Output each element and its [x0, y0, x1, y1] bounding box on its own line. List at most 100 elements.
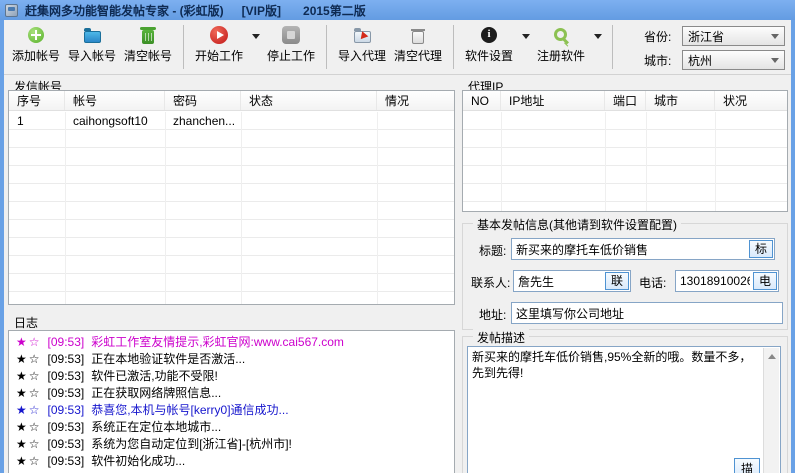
city-select[interactable]: 杭州	[682, 50, 785, 70]
scroll-up-icon[interactable]	[764, 348, 779, 364]
contact-label: 联系人:	[471, 276, 511, 290]
description-group-label: 发帖描述	[473, 329, 530, 346]
clear-proxy-button[interactable]: 清空代理	[390, 25, 446, 64]
clear-accounts-button[interactable]: 清空帐号	[120, 25, 176, 64]
import-accounts-button[interactable]: 导入帐号	[64, 25, 120, 64]
clear-accounts-icon	[140, 26, 156, 44]
window-title: 赶集网多功能智能发帖专家 - (彩虹版)	[25, 3, 224, 18]
clear-proxy-icon	[411, 28, 425, 44]
phone-helper-button[interactable]: 电	[753, 272, 777, 290]
province-value: 浙江省	[688, 29, 725, 44]
log-text: 彩虹工作室友情提示,彩虹官网:www.cai567.com	[91, 335, 344, 349]
account-row[interactable]: 1 caihongsoft10 zhanchen...	[9, 112, 454, 130]
log-time: [09:53]	[47, 369, 85, 383]
log-stars: ★☆	[16, 420, 42, 434]
log-time: [09:53]	[47, 403, 85, 417]
phone-input[interactable]	[677, 272, 753, 290]
log-entry: ★☆ [09:53] 系统为您自动定位到[浙江省]-[杭州市]!	[16, 436, 454, 453]
col-header-ip[interactable]: IP地址	[501, 91, 605, 110]
edition-label: 2015第二版	[303, 3, 366, 18]
toolbar: 添加帐号 导入帐号 清空帐号 开始工作 停止工作 导入代理 清空代理 i 软件设…	[4, 20, 791, 75]
log-text: 系统为您自动定位到[浙江省]-[杭州市]!	[91, 437, 292, 451]
register-software-button[interactable]: 注册软件	[533, 25, 589, 64]
register-software-label: 注册软件	[536, 49, 585, 63]
col-header-city[interactable]: 城市	[646, 91, 715, 110]
col-header-status[interactable]: 状态	[241, 91, 377, 110]
log-list[interactable]: ★☆ [09:53] 彩虹工作室友情提示,彩虹官网:www.cai567.com ★…	[8, 330, 455, 473]
import-accounts-icon	[83, 28, 101, 43]
settings-icon	[481, 27, 497, 43]
post-info-group: 基本发帖信息(其他请到软件设置配置) 标题: 标 联系人: 联 电话: 电 地址…	[462, 216, 788, 330]
address-label: 地址:	[479, 308, 507, 322]
log-stars: ★☆	[16, 454, 42, 468]
log-text: 软件已激活,功能不受限!	[91, 369, 218, 383]
log-entry: ★☆ [09:53] 系统正在定位本地城市...	[16, 419, 454, 436]
contact-helper-button[interactable]: 联	[605, 272, 629, 290]
address-input[interactable]	[511, 302, 783, 324]
col-header-account[interactable]: 帐号	[65, 91, 165, 110]
proxy-table-body	[463, 112, 787, 211]
post-description-box: 新买来的摩托车低价销售,95%全新的哦。数量不多，先到先得! 描	[467, 346, 781, 473]
clear-proxy-label: 清空代理	[393, 49, 442, 63]
settings-dropdown-arrow[interactable]	[522, 34, 530, 39]
contact-input[interactable]	[515, 272, 605, 290]
titlebar: 赶集网多功能智能发帖专家 - (彩虹版) [VIP版] 2015第二版	[0, 0, 795, 20]
import-proxy-button[interactable]: 导入代理	[334, 25, 390, 64]
import-accounts-label: 导入帐号	[67, 49, 116, 63]
stop-work-label: 停止工作	[266, 49, 315, 63]
contact-field: 联	[513, 270, 631, 292]
location-controls: 省份: 浙江省 城市: 杭州	[644, 25, 785, 70]
post-description-textarea[interactable]: 新买来的摩托车低价销售,95%全新的哦。数量不多，先到先得!	[468, 347, 763, 473]
proxy-table[interactable]: NO IP地址 端口 城市 状况	[462, 90, 788, 212]
log-text: 系统正在定位本地城市...	[91, 420, 222, 434]
description-helper-button[interactable]: 描	[734, 458, 760, 473]
col-header-no[interactable]: NO	[463, 91, 501, 110]
add-account-button[interactable]: 添加帐号	[8, 25, 64, 64]
scroll-down-icon[interactable]	[764, 469, 779, 473]
log-entry: ★☆ [09:53] 彩虹工作室友情提示,彩虹官网:www.cai567.com	[16, 334, 454, 351]
accounts-table-body: 1 caihongsoft10 zhanchen...	[9, 112, 454, 304]
toolbar-separator	[453, 25, 454, 69]
log-text: 正在获取网络牌照信息...	[91, 386, 222, 400]
toolbar-separator	[612, 25, 613, 69]
window-body: 添加帐号 导入帐号 清空帐号 开始工作 停止工作 导入代理 清空代理 i 软件设…	[4, 20, 791, 473]
software-settings-button[interactable]: 软件设置	[461, 25, 517, 64]
col-header-state[interactable]: 状况	[715, 91, 787, 110]
log-time: [09:53]	[47, 420, 85, 434]
register-icon	[552, 26, 570, 44]
log-text: 正在本地验证软件是否激活...	[91, 352, 246, 366]
phone-label: 电话:	[639, 276, 667, 290]
col-header-password[interactable]: 密码	[165, 91, 241, 110]
log-stars: ★☆	[16, 352, 42, 366]
province-label: 省份:	[644, 29, 672, 44]
register-dropdown-arrow[interactable]	[594, 34, 602, 39]
col-header-index[interactable]: 序号	[9, 91, 65, 110]
account-password: zhanchen...	[173, 114, 236, 128]
log-time: [09:53]	[47, 352, 85, 366]
stop-work-button[interactable]: 停止工作	[263, 25, 319, 64]
account-name: caihongsoft10	[73, 114, 148, 128]
post-title-field: 标	[511, 238, 775, 260]
province-select[interactable]: 浙江省	[682, 26, 785, 46]
post-title-input[interactable]	[513, 240, 749, 258]
start-work-dropdown-arrow[interactable]	[252, 34, 260, 39]
city-value: 杭州	[688, 53, 713, 68]
account-index: 1	[17, 114, 24, 128]
log-time: [09:53]	[47, 454, 85, 468]
start-work-button[interactable]: 开始工作	[191, 25, 247, 64]
import-proxy-label: 导入代理	[337, 49, 386, 63]
log-entry: ★☆ [09:53] 软件初始化成功...	[16, 453, 454, 470]
add-icon	[28, 27, 44, 43]
log-stars: ★☆	[16, 386, 42, 400]
title-helper-button[interactable]: 标	[749, 240, 773, 258]
title-label: 标题:	[479, 244, 507, 258]
clear-accounts-label: 清空帐号	[123, 49, 172, 63]
toolbar-separator	[183, 25, 184, 69]
log-entry: ★☆ [09:53] 恭喜您,本机与帐号[kerry0]通信成功...	[16, 402, 454, 419]
description-scrollbar[interactable]	[763, 348, 779, 473]
col-header-situation[interactable]: 情况	[377, 91, 454, 110]
proxy-table-header: NO IP地址 端口 城市 状况	[463, 91, 787, 111]
log-time: [09:53]	[47, 335, 85, 349]
accounts-table[interactable]: 序号 帐号 密码 状态 情况 1 caihongsoft10 zhanchen.…	[8, 90, 455, 305]
col-header-port[interactable]: 端口	[605, 91, 646, 110]
